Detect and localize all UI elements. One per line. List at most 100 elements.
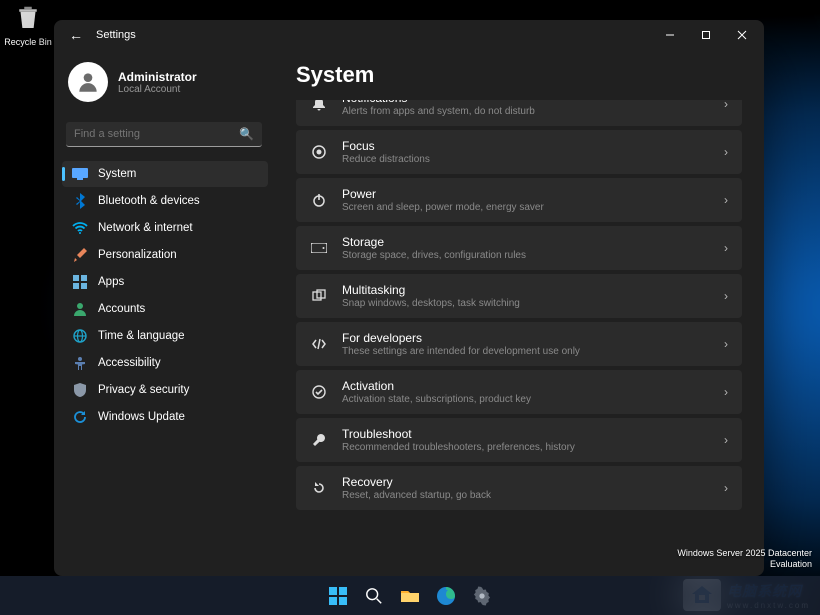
titlebar: ← Settings [54, 20, 764, 50]
sidebar-item-label: Personalization [98, 249, 177, 261]
card-title: Troubleshoot [342, 427, 710, 441]
sidebar-item-network-internet[interactable]: Network & internet [62, 215, 268, 241]
minimize-button[interactable] [652, 21, 688, 49]
update-icon [72, 409, 88, 425]
shield-icon [72, 382, 88, 398]
back-button[interactable]: ← [64, 23, 88, 47]
card-subtitle: Snap windows, desktops, task switching [342, 298, 710, 309]
card-subtitle: Screen and sleep, power mode, energy sav… [342, 202, 710, 213]
edge-button[interactable] [430, 580, 462, 612]
sidebar-item-label: Apps [98, 276, 124, 288]
display-icon [72, 166, 88, 182]
search-taskbar-button[interactable] [358, 580, 390, 612]
main-content: System NotificationsAlerts from apps and… [272, 50, 764, 576]
card-subtitle: Storage space, drives, configuration rul… [342, 250, 710, 261]
brush-icon [72, 247, 88, 263]
card-title: Activation [342, 379, 710, 393]
sidebar-item-system[interactable]: System [62, 161, 268, 187]
multitask-icon [310, 289, 328, 303]
sidebar-item-label: Windows Update [98, 411, 185, 423]
os-build-text: Windows Server 2025 Datacenter Evaluatio… [677, 548, 812, 571]
card-subtitle: Alerts from apps and system, do not dist… [342, 106, 710, 117]
chevron-right-icon: › [724, 241, 728, 255]
settings-taskbar-button[interactable] [466, 580, 498, 612]
settings-card-activation[interactable]: ActivationActivation state, subscription… [296, 370, 742, 414]
card-title: Focus [342, 139, 710, 153]
card-subtitle: Reset, advanced startup, go back [342, 490, 710, 501]
settings-card-multitasking[interactable]: MultitaskingSnap windows, desktops, task… [296, 274, 742, 318]
chevron-right-icon: › [724, 337, 728, 351]
search-box[interactable]: 🔍 [66, 122, 262, 147]
apps-icon [72, 274, 88, 290]
chevron-right-icon: › [724, 100, 728, 111]
sidebar-item-time-language[interactable]: Time & language [62, 323, 268, 349]
page-title: System [296, 50, 742, 100]
card-subtitle: Reduce distractions [342, 154, 710, 165]
chevron-right-icon: › [724, 481, 728, 495]
search-input[interactable] [66, 122, 262, 147]
maximize-button[interactable] [688, 21, 724, 49]
sidebar-item-label: Accessibility [98, 357, 161, 369]
settings-card-focus[interactable]: FocusReduce distractions › [296, 130, 742, 174]
sidebar-item-label: Time & language [98, 330, 185, 342]
settings-card-recovery[interactable]: RecoveryReset, advanced startup, go back… [296, 466, 742, 510]
wifi-icon [72, 220, 88, 236]
sidebar-item-label: Bluetooth & devices [98, 195, 200, 207]
bluetooth-icon [72, 193, 88, 209]
card-subtitle: These settings are intended for developm… [342, 346, 710, 357]
sidebar-item-label: System [98, 168, 136, 180]
settings-card-troubleshoot[interactable]: TroubleshootRecommended troubleshooters,… [296, 418, 742, 462]
sidebar-item-accessibility[interactable]: Accessibility [62, 350, 268, 376]
avatar-icon [68, 62, 108, 102]
search-icon: 🔍 [239, 127, 254, 141]
settings-cards: NotificationsAlerts from apps and system… [296, 100, 742, 576]
sidebar: Administrator Local Account 🔍 System Blue… [54, 50, 272, 576]
chevron-right-icon: › [724, 193, 728, 207]
nav-list: System Bluetooth & devices Network & inter… [62, 161, 268, 430]
taskbar [0, 576, 820, 615]
troubleshoot-icon [310, 433, 328, 447]
recycle-bin-label: Recycle Bin [4, 37, 52, 47]
desktop-recycle-bin[interactable]: Recycle Bin [4, 3, 52, 47]
card-title: Storage [342, 235, 710, 249]
card-title: Multitasking [342, 283, 710, 297]
card-title: Recovery [342, 475, 710, 489]
sidebar-item-windows-update[interactable]: Windows Update [62, 404, 268, 430]
bell-icon [310, 100, 328, 111]
sidebar-item-label: Network & internet [98, 222, 193, 234]
start-button[interactable] [322, 580, 354, 612]
dev-icon [310, 338, 328, 350]
settings-card-storage[interactable]: StorageStorage space, drives, configurat… [296, 226, 742, 270]
card-title: Power [342, 187, 710, 201]
sidebar-item-label: Accounts [98, 303, 145, 315]
sidebar-item-bluetooth-devices[interactable]: Bluetooth & devices [62, 188, 268, 214]
settings-card-power[interactable]: PowerScreen and sleep, power mode, energ… [296, 178, 742, 222]
close-button[interactable] [724, 21, 760, 49]
settings-window: ← Settings Administrator Local Account 🔍… [54, 20, 764, 576]
card-subtitle: Recommended troubleshooters, preferences… [342, 442, 710, 453]
focus-icon [310, 145, 328, 159]
explorer-button[interactable] [394, 580, 426, 612]
card-title: For developers [342, 331, 710, 345]
storage-icon [310, 243, 328, 253]
access-icon [72, 355, 88, 371]
activation-icon [310, 385, 328, 399]
globe-icon [72, 328, 88, 344]
profile-name: Administrator [118, 70, 197, 84]
chevron-right-icon: › [724, 433, 728, 447]
card-title: Notifications [342, 100, 710, 105]
chevron-right-icon: › [724, 385, 728, 399]
person-icon [72, 301, 88, 317]
sidebar-item-accounts[interactable]: Accounts [62, 296, 268, 322]
sidebar-item-apps[interactable]: Apps [62, 269, 268, 295]
card-subtitle: Activation state, subscriptions, product… [342, 394, 710, 405]
chevron-right-icon: › [724, 145, 728, 159]
window-title: Settings [96, 29, 136, 41]
sidebar-item-personalization[interactable]: Personalization [62, 242, 268, 268]
recovery-icon [310, 481, 328, 495]
profile-block[interactable]: Administrator Local Account [62, 54, 268, 114]
sidebar-item-label: Privacy & security [98, 384, 189, 396]
settings-card-notifications[interactable]: NotificationsAlerts from apps and system… [296, 100, 742, 126]
settings-card-for-developers[interactable]: For developersThese settings are intende… [296, 322, 742, 366]
sidebar-item-privacy-security[interactable]: Privacy & security [62, 377, 268, 403]
